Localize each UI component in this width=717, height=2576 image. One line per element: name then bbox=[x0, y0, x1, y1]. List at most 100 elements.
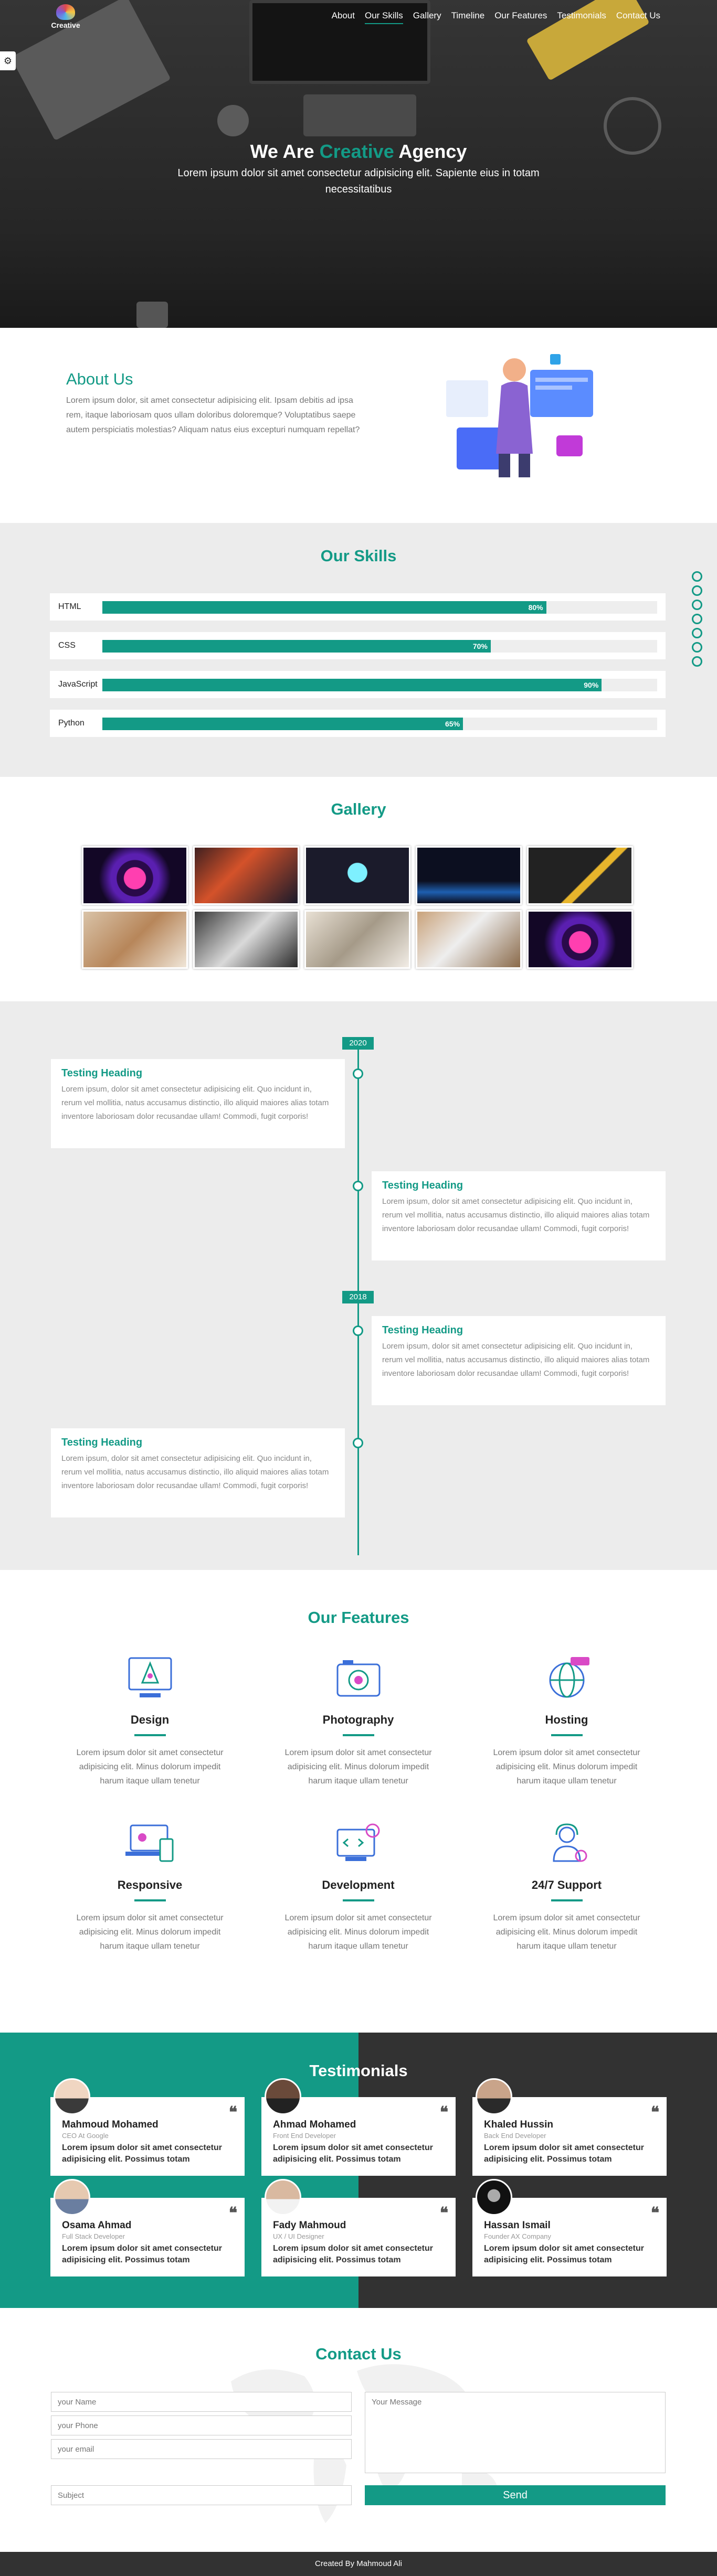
hero-title-pre: We Are bbox=[250, 141, 314, 162]
quote-icon: ❝ bbox=[439, 2104, 448, 2121]
quote-icon: ❝ bbox=[228, 2205, 237, 2222]
testimonial-name: Osama Ahmad bbox=[62, 2220, 132, 2231]
name-input[interactable] bbox=[51, 2392, 352, 2412]
feature-text: Lorem ipsum dolor sit amet consectetur a… bbox=[284, 1914, 432, 1951]
nav-link-about[interactable]: About bbox=[332, 10, 355, 24]
feature-item: Photography Lorem ipsum dolor sit amet c… bbox=[276, 1654, 441, 1788]
timeline-section: 2020 Testing Heading Lorem ipsum, dolor … bbox=[0, 1001, 717, 1570]
feature-item: Development Lorem ipsum dolor sit amet c… bbox=[276, 1819, 441, 1953]
phone-image bbox=[136, 302, 168, 328]
skill-row: JavaScript 90% bbox=[50, 671, 666, 698]
feature-item: Responsive Lorem ipsum dolor sit amet co… bbox=[67, 1819, 233, 1953]
timeline-card: Testing Heading Lorem ipsum, dolor sit a… bbox=[51, 1059, 345, 1148]
nav-menu: About Our Skills Gallery Timeline Our Fe… bbox=[332, 10, 660, 24]
feature-underline bbox=[551, 1899, 583, 1901]
testimonial-role: Front End Developer bbox=[273, 2132, 336, 2140]
testimonial-card: ❝ Mahmoud Mohamed CEO At Google Lorem ip… bbox=[50, 2078, 245, 2176]
gallery-image[interactable] bbox=[304, 846, 410, 905]
section-bullet-skills[interactable] bbox=[692, 585, 702, 596]
timeline-heading: Testing Heading bbox=[382, 1324, 463, 1336]
gallery-image[interactable] bbox=[416, 846, 522, 905]
skill-progress-bar: 80% bbox=[102, 601, 546, 614]
skill-progress-bar: 90% bbox=[102, 679, 602, 691]
gallery-image[interactable] bbox=[193, 846, 299, 905]
feature-text: Lorem ipsum dolor sit amet consectetur a… bbox=[76, 1914, 224, 1951]
features-title: Our Features bbox=[308, 1608, 409, 1627]
subject-input[interactable] bbox=[51, 2485, 352, 2505]
nav-link-testimonials[interactable]: Testimonials bbox=[557, 10, 606, 24]
testimonial-name: Mahmoud Mohamed bbox=[62, 2119, 159, 2130]
timeline-text: Lorem ipsum, dolor sit amet consectetur … bbox=[61, 1454, 329, 1490]
feature-underline bbox=[134, 1899, 166, 1901]
feature-text: Lorem ipsum dolor sit amet consectetur a… bbox=[493, 1914, 640, 1951]
skill-percent: 80% bbox=[528, 603, 543, 612]
testimonial-text: Lorem ipsum dolor sit amet consectetur a… bbox=[484, 2143, 644, 2164]
feature-item: Hosting Lorem ipsum dolor sit amet conse… bbox=[484, 1654, 649, 1788]
design-icon bbox=[128, 1657, 172, 1697]
testimonial-name: Khaled Hussin bbox=[484, 2119, 553, 2130]
contact-section: Contact Us Send bbox=[0, 2308, 717, 2547]
nav-link-skills[interactable]: Our Skills bbox=[365, 10, 403, 24]
email-input[interactable] bbox=[51, 2439, 352, 2459]
skills-section: Our Skills HTML 80% CSS 70% JavaScript 9… bbox=[0, 523, 717, 777]
hero-subtitle: Lorem ipsum dolor sit amet consectetur a… bbox=[177, 167, 540, 195]
skill-percent: 70% bbox=[472, 642, 488, 650]
quote-icon: ❝ bbox=[228, 2104, 237, 2121]
skill-progress-bar: 70% bbox=[102, 640, 491, 653]
testimonial-role: Back End Developer bbox=[484, 2132, 546, 2140]
testimonial-name: Hassan Ismail bbox=[484, 2220, 551, 2231]
logo-text: Creative bbox=[51, 21, 80, 29]
phone-input[interactable] bbox=[51, 2415, 352, 2435]
gallery-image[interactable] bbox=[527, 910, 633, 969]
footer-text: Created By Mahmoud Ali bbox=[315, 2559, 402, 2568]
testimonial-name: Ahmad Mohamed bbox=[273, 2119, 356, 2130]
skill-percent: 90% bbox=[584, 681, 599, 689]
nav-link-timeline[interactable]: Timeline bbox=[451, 10, 485, 24]
section-bullet-testimonials[interactable] bbox=[692, 642, 702, 653]
section-bullet-contact[interactable] bbox=[692, 656, 702, 667]
gallery-section: Gallery bbox=[0, 777, 717, 1001]
avatar bbox=[265, 2078, 301, 2115]
skill-track: 90% bbox=[102, 679, 657, 691]
settings-toggle-button[interactable]: ⚙ bbox=[0, 51, 16, 70]
devices-icon bbox=[125, 1824, 173, 1862]
nav-link-gallery[interactable]: Gallery bbox=[413, 10, 441, 24]
skill-name: HTML bbox=[58, 602, 81, 611]
gallery-image[interactable] bbox=[193, 910, 299, 969]
timeline-dot bbox=[353, 1438, 363, 1448]
keyboard-image bbox=[303, 94, 416, 136]
testimonial-text: Lorem ipsum dolor sit amet consectetur a… bbox=[273, 2244, 433, 2264]
section-bullet-timeline[interactable] bbox=[692, 614, 702, 624]
section-bullet-gallery[interactable] bbox=[692, 600, 702, 610]
section-bullet-features[interactable] bbox=[692, 628, 702, 638]
testimonial-text: Lorem ipsum dolor sit amet consectetur a… bbox=[62, 2244, 222, 2264]
timeline-year: 2018 bbox=[342, 1291, 374, 1303]
feature-underline bbox=[342, 1899, 374, 1901]
avatar bbox=[476, 2179, 512, 2216]
gallery-image[interactable] bbox=[527, 846, 633, 905]
testimonial-text: Lorem ipsum dolor sit amet consectetur a… bbox=[484, 2244, 644, 2264]
testimonials-title: Testimonials bbox=[309, 2061, 408, 2080]
nav-link-features[interactable]: Our Features bbox=[494, 10, 547, 24]
skill-percent: 65% bbox=[445, 720, 460, 728]
nav-link-contact[interactable]: Contact Us bbox=[616, 10, 660, 24]
about-text: Lorem ipsum dolor, sit amet consectetur … bbox=[66, 396, 360, 434]
gallery-image[interactable] bbox=[304, 910, 410, 969]
hero-title-highlight: Creative bbox=[319, 141, 394, 162]
support-icon bbox=[552, 1823, 587, 1862]
gallery-image[interactable] bbox=[82, 910, 188, 969]
feature-item: Design Lorem ipsum dolor sit amet consec… bbox=[67, 1654, 233, 1788]
message-textarea[interactable] bbox=[365, 2392, 666, 2473]
skill-track: 65% bbox=[102, 718, 657, 730]
gallery-image[interactable] bbox=[82, 846, 188, 905]
send-button[interactable]: Send bbox=[365, 2485, 666, 2505]
gallery-image[interactable] bbox=[416, 910, 522, 969]
section-bullet-about[interactable] bbox=[692, 571, 702, 582]
testimonials-section: Testimonials ❝ Mahmoud Mohamed CEO At Go… bbox=[0, 2033, 717, 2308]
logo[interactable]: Creative bbox=[50, 4, 81, 29]
timeline-heading: Testing Heading bbox=[382, 1180, 463, 1191]
hero-title-post: Agency bbox=[398, 141, 467, 162]
avatar bbox=[54, 2179, 90, 2216]
footer: Created By Mahmoud Ali bbox=[0, 2552, 717, 2576]
testimonial-role: UX / UI Designer bbox=[273, 2232, 324, 2240]
